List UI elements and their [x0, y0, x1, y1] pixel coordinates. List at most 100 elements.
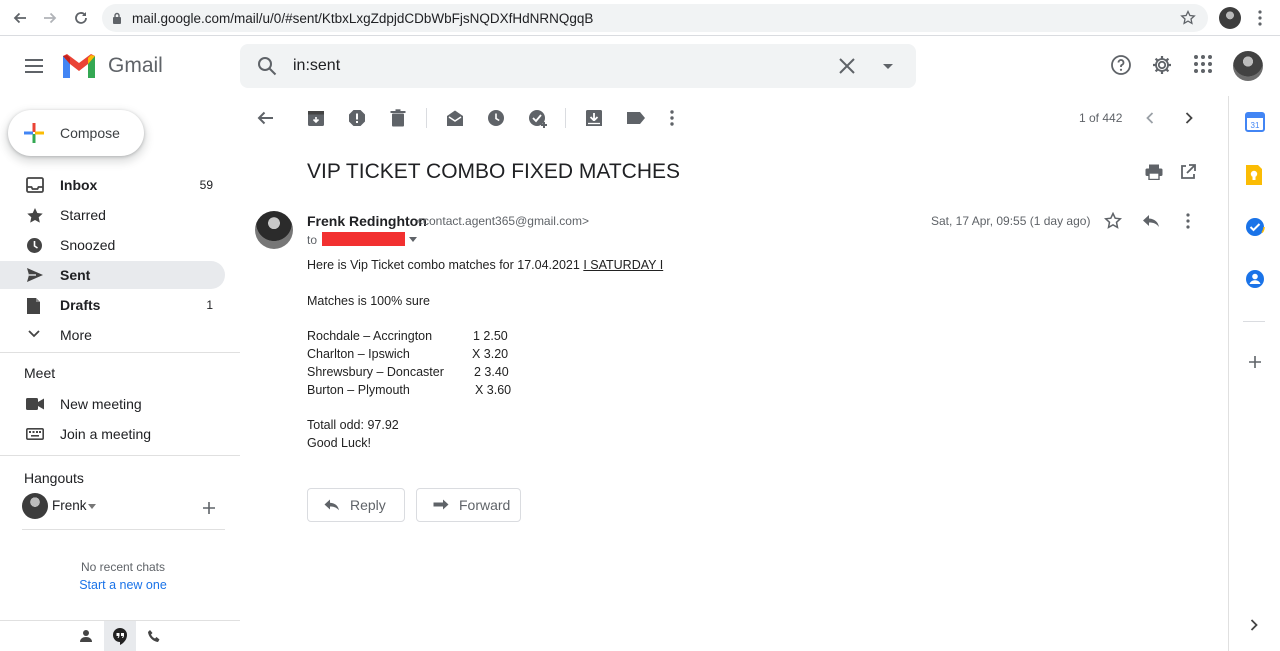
star-icon	[27, 208, 43, 223]
browser-profile-avatar[interactable]	[1219, 7, 1241, 29]
hangouts-user-name[interactable]: Frenk	[52, 498, 87, 513]
toolbar-divider	[565, 108, 566, 128]
compose-label: Compose	[60, 125, 120, 141]
side-panel: 31	[1228, 96, 1280, 651]
back-arrow-icon[interactable]	[5, 3, 35, 33]
video-camera-icon	[26, 398, 44, 410]
hangouts-footer	[0, 621, 240, 651]
clear-search-icon[interactable]	[836, 55, 858, 77]
gmail-logo-icon[interactable]	[61, 52, 97, 80]
more-options-icon[interactable]	[668, 109, 676, 127]
older-chevron-right-icon[interactable]	[1184, 112, 1194, 124]
redacted-recipient	[322, 232, 405, 246]
hangouts-user-avatar[interactable]	[22, 493, 48, 519]
contacts-icon[interactable]	[1245, 269, 1265, 289]
help-icon[interactable]	[1110, 54, 1132, 76]
match-odd: 1 2.50	[473, 329, 508, 343]
caret-down-icon[interactable]	[88, 504, 96, 509]
nav-label: Join a meeting	[60, 426, 152, 442]
move-to-icon[interactable]	[585, 109, 603, 127]
nav-item-snoozed[interactable]: Snoozed	[0, 231, 225, 259]
search-bar[interactable]: in:sent	[240, 44, 916, 88]
settings-gear-icon[interactable]	[1151, 54, 1173, 76]
phone-tab[interactable]	[138, 621, 170, 651]
join-meeting-item[interactable]: Join a meeting	[0, 420, 225, 448]
forward-arrow-icon[interactable]	[35, 3, 65, 33]
print-icon[interactable]	[1145, 164, 1163, 180]
unread-count: 59	[199, 178, 213, 192]
newer-chevron-left-icon[interactable]	[1145, 112, 1155, 124]
sender-avatar[interactable]	[255, 211, 293, 249]
search-icon[interactable]	[256, 55, 278, 77]
draft-icon	[27, 298, 40, 314]
email-date: Sat, 17 Apr, 09:55 (1 day ago)	[931, 214, 1091, 228]
reply-arrow-icon	[324, 499, 339, 511]
bookmark-star-icon[interactable]	[1180, 10, 1196, 26]
contacts-tab[interactable]	[70, 621, 102, 651]
nav-item-inbox[interactable]: Inbox 59	[0, 171, 225, 199]
star-outline-icon[interactable]	[1104, 212, 1122, 230]
nav-item-starred[interactable]: Starred	[0, 201, 225, 229]
tasks-icon[interactable]	[1245, 217, 1265, 237]
draft-count: 1	[206, 298, 213, 312]
google-apps-icon[interactable]	[1193, 54, 1213, 74]
reply-label: Reply	[350, 497, 386, 513]
match-odd: X 3.60	[475, 383, 512, 397]
inbox-icon	[26, 177, 44, 193]
calendar-icon[interactable]: 31	[1245, 112, 1265, 132]
label-tag-icon[interactable]	[626, 111, 646, 125]
nav-label: Snoozed	[60, 237, 116, 253]
conversations-tab[interactable]	[104, 621, 136, 651]
address-bar[interactable]: mail.google.com/mail/u/0/#sent/KtbxLxgZd…	[102, 4, 1208, 32]
body-sure-line: Matches is 100% sure	[307, 294, 430, 308]
add-to-tasks-icon[interactable]	[528, 109, 548, 129]
nav-label: Sent	[60, 267, 91, 283]
nav-label: More	[60, 327, 92, 343]
sender-name[interactable]: Frenk Redinghton	[307, 213, 427, 229]
gmail-header: Gmail in:sent	[0, 36, 1280, 96]
start-new-chat-link[interactable]: Start a new one	[0, 578, 246, 592]
new-meeting-item[interactable]: New meeting	[0, 390, 225, 418]
open-in-new-window-icon[interactable]	[1180, 164, 1196, 180]
browser-menu-icon[interactable]	[1252, 8, 1268, 28]
delete-trash-icon[interactable]	[390, 109, 406, 127]
forward-label: Forward	[459, 497, 511, 513]
archive-icon[interactable]	[307, 109, 325, 127]
left-navigation: Compose Inbox 59 Starred Snoozed Sent Dr…	[0, 96, 240, 651]
nav-item-more[interactable]: More	[0, 321, 225, 349]
browser-toolbar: mail.google.com/mail/u/0/#sent/KtbxLxgZd…	[0, 0, 1280, 36]
body-intro: Here is Vip Ticket combo matches for 17.…	[307, 258, 663, 272]
reply-button[interactable]: Reply	[307, 488, 405, 522]
nav-item-sent[interactable]: Sent	[0, 261, 225, 289]
body-intro-text: Here is Vip Ticket combo matches for 17.…	[307, 258, 584, 272]
match-teams: Rochdale – Accrington	[307, 329, 433, 343]
meet-section-title: Meet	[24, 365, 56, 381]
report-spam-icon[interactable]	[348, 109, 366, 127]
forward-arrow-icon	[433, 499, 449, 510]
reload-icon[interactable]	[66, 3, 96, 33]
forward-button[interactable]: Forward	[416, 488, 521, 522]
keep-notes-icon[interactable]	[1245, 164, 1263, 186]
nav-label: Drafts	[60, 297, 101, 313]
match-teams: Shrewsbury – Doncaster	[307, 365, 444, 379]
compose-plus-icon	[24, 123, 44, 143]
message-more-icon[interactable]	[1184, 212, 1192, 230]
add-chat-icon[interactable]	[202, 501, 216, 515]
hangouts-divider	[22, 529, 225, 530]
get-addons-plus-icon[interactable]	[1248, 355, 1262, 369]
reply-arrow-icon[interactable]	[1142, 214, 1160, 228]
recipient-label: to	[307, 233, 318, 247]
account-avatar[interactable]	[1233, 51, 1263, 81]
reading-pane: 1 of 442 VIP TICKET COMBO FIXED MATCHES …	[240, 96, 1228, 651]
back-to-list-icon[interactable]	[256, 110, 274, 126]
compose-button[interactable]: Compose	[8, 110, 144, 156]
snooze-clock-icon[interactable]	[487, 109, 505, 127]
show-side-panel-chevron-icon[interactable]	[1250, 619, 1258, 631]
main-menu-icon[interactable]	[22, 54, 46, 78]
nav-item-drafts[interactable]: Drafts 1	[0, 291, 225, 319]
search-input[interactable]: in:sent	[293, 57, 340, 75]
match-teams: Burton – Plymouth	[307, 383, 410, 397]
search-options-icon[interactable]	[878, 56, 898, 76]
show-details-caret-icon[interactable]	[409, 237, 417, 242]
mark-unread-icon[interactable]	[446, 109, 464, 127]
